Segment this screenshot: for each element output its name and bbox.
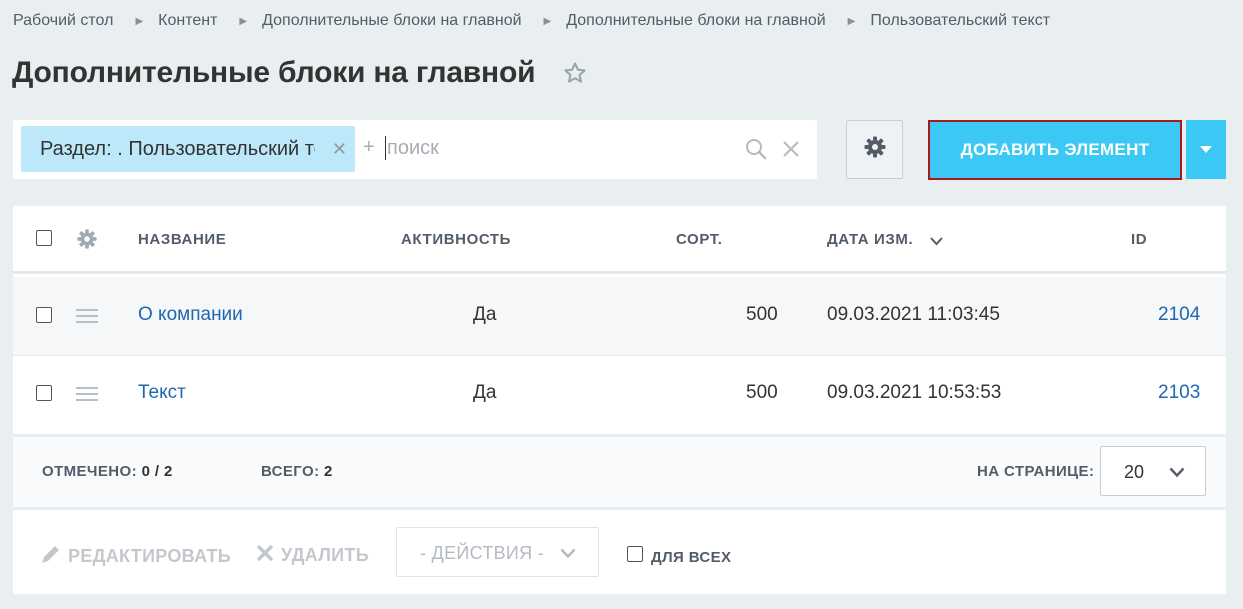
add-element-button[interactable]: ДОБАВИТЬ ЭЛЕМЕНТ	[928, 120, 1182, 180]
drag-handle-icon[interactable]	[76, 387, 98, 405]
row-name-link[interactable]: Текст	[138, 382, 186, 404]
breadcrumb-separator-icon: ▶	[543, 15, 552, 27]
row-id-link[interactable]: 2104	[1158, 304, 1200, 326]
delete-label: УДАЛИТЬ	[281, 545, 369, 565]
settings-button[interactable]	[846, 120, 903, 179]
chip-remove-icon[interactable]: ✕	[332, 139, 347, 159]
search-input[interactable]	[387, 132, 727, 164]
row-sort: 500	[746, 304, 778, 325]
breadcrumb: Рабочий стол ▶ Контент ▶ Дополнительные …	[13, 12, 1050, 30]
add-element-dropdown-button[interactable]	[1186, 120, 1226, 179]
row-name-link[interactable]: О компании	[138, 304, 243, 326]
breadcrumb-item-blocks[interactable]: Дополнительные блоки на главной	[566, 12, 825, 30]
grid-footer: ОТМЕЧЕНО: 0 / 2 ВСЕГО: 2 НА СТРАНИЦЕ: 20	[13, 437, 1226, 507]
filter-search-box[interactable]: Раздел: . Пользовательский текст ✕ +	[13, 120, 817, 179]
chevron-down-icon	[1169, 465, 1185, 483]
delete-x-icon	[255, 543, 281, 568]
chevron-down-icon	[560, 546, 576, 564]
filter-chip-section[interactable]: Раздел: . Пользовательский текст ✕	[21, 126, 355, 172]
breadcrumb-item-content[interactable]: Контент	[158, 12, 217, 30]
marked-value: 0 / 2	[141, 463, 173, 480]
total-value: 2	[324, 463, 333, 480]
row-checkbox[interactable]	[36, 307, 52, 323]
total-label: ВСЕГО:	[261, 463, 320, 480]
drag-handle-icon[interactable]	[76, 309, 98, 327]
breadcrumb-item-blocks-type[interactable]: Дополнительные блоки на главной	[262, 12, 521, 30]
breadcrumb-item-desktop[interactable]: Рабочий стол	[13, 12, 113, 30]
per-page-label: НА СТРАНИЦЕ:	[977, 463, 1095, 480]
pencil-icon	[40, 543, 68, 570]
group-actions-value: - ДЕЙСТВИЯ -	[420, 543, 545, 563]
row-active: Да	[473, 382, 497, 403]
sort-chevron-down-icon[interactable]	[930, 233, 943, 251]
per-page-select[interactable]: 20	[1100, 446, 1206, 496]
delete-button[interactable]: УДАЛИТЬ	[255, 543, 369, 568]
caret-down-icon	[1200, 141, 1212, 159]
edit-button[interactable]: РЕДАКТИРОВАТЬ	[40, 543, 231, 570]
filter-chip-label: Раздел: . Пользовательский текст	[40, 137, 315, 160]
row-active: Да	[473, 304, 497, 325]
search-icon[interactable]	[744, 137, 768, 166]
add-filter-plus-icon[interactable]: +	[363, 136, 375, 159]
action-panel: РЕДАКТИРОВАТЬ УДАЛИТЬ - ДЕЙСТВИЯ - ДЛЯ В…	[13, 510, 1226, 594]
breadcrumb-separator-icon: ▶	[239, 15, 248, 27]
breadcrumb-item-custom-text[interactable]: Пользовательский текст	[870, 12, 1050, 30]
column-header-date[interactable]: ДАТА ИЗМ.	[827, 231, 913, 248]
column-header-sort[interactable]: СОРТ.	[676, 231, 723, 248]
breadcrumb-separator-icon: ▶	[135, 15, 144, 27]
row-checkbox[interactable]	[36, 385, 52, 401]
favorite-star-icon[interactable]	[561, 59, 589, 87]
for-all-label: ДЛЯ ВСЕХ	[651, 549, 732, 566]
breadcrumb-separator-icon: ▶	[847, 15, 856, 27]
clear-search-icon[interactable]	[781, 139, 801, 164]
gear-icon	[863, 135, 887, 164]
group-actions-select[interactable]: - ДЕЙСТВИЯ -	[396, 527, 599, 577]
text-caret	[385, 136, 386, 160]
column-header-id[interactable]: ID	[1131, 231, 1147, 248]
marked-counter: ОТМЕЧЕНО: 0 / 2	[42, 463, 173, 480]
for-all-checkbox[interactable]	[627, 545, 643, 562]
column-settings-gear-icon[interactable]	[76, 228, 98, 255]
per-page-value: 20	[1124, 462, 1145, 482]
for-all-toggle[interactable]: ДЛЯ ВСЕХ	[627, 541, 731, 566]
row-date: 09.03.2021 10:53:53	[827, 382, 1002, 403]
table-row[interactable]: О компании Да 500 09.03.2021 11:03:45 21…	[13, 277, 1226, 356]
total-counter: ВСЕГО: 2	[261, 463, 333, 480]
title-row: Дополнительные блоки на главной	[12, 56, 589, 90]
grid-header: НАЗВАНИЕ АКТИВНОСТЬ СОРТ. ДАТА ИЗМ. ID	[13, 206, 1226, 274]
table-row[interactable]: Текст Да 500 09.03.2021 10:53:53 2103	[13, 356, 1226, 434]
elements-grid: НАЗВАНИЕ АКТИВНОСТЬ СОРТ. ДАТА ИЗМ. ID О…	[13, 206, 1226, 434]
row-id-link[interactable]: 2103	[1158, 382, 1200, 404]
select-all-checkbox[interactable]	[36, 230, 52, 246]
marked-label: ОТМЕЧЕНО:	[42, 463, 137, 480]
column-header-active[interactable]: АКТИВНОСТЬ	[401, 231, 511, 248]
row-sort: 500	[746, 382, 778, 403]
page-title: Дополнительные блоки на главной	[12, 56, 536, 89]
edit-label: РЕДАКТИРОВАТЬ	[68, 546, 232, 566]
row-date: 09.03.2021 11:03:45	[827, 304, 1000, 325]
column-header-name[interactable]: НАЗВАНИЕ	[138, 231, 226, 248]
